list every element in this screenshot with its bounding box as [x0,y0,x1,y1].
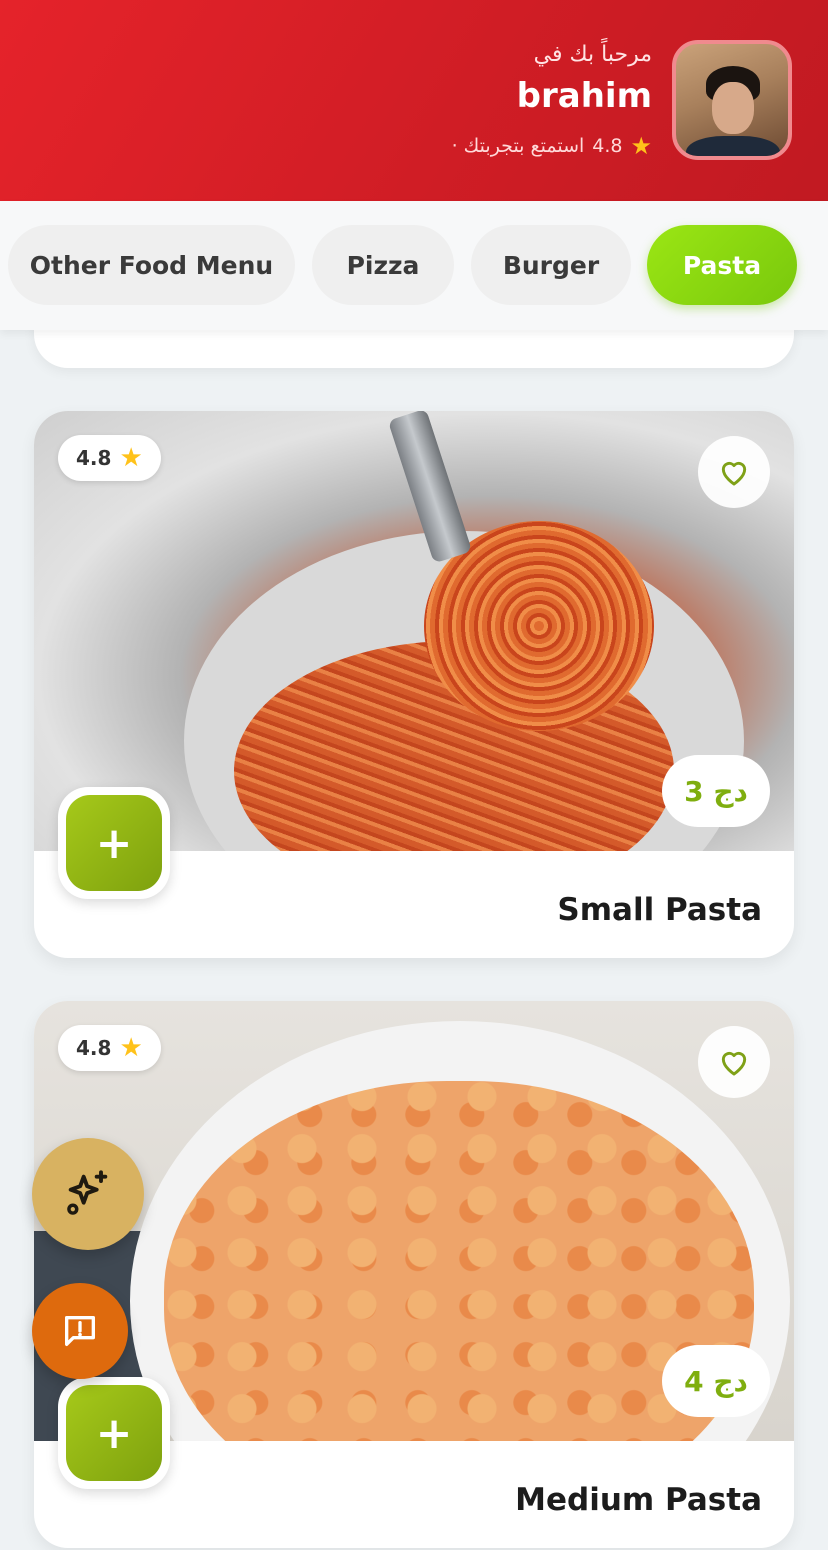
rating-chip: 4.8 ★ [58,435,161,481]
star-icon: ★ [119,1033,143,1063]
product-title: Small Pasta [557,892,762,928]
header-rating-value: 4.8 [592,135,623,157]
ai-assistant-button[interactable] [32,1138,144,1250]
heart-icon [721,1051,747,1076]
app-header: مرحباً بك في brahim · استمتع بتجربتك 4.8… [0,0,828,201]
avatar-face [712,82,754,134]
price-badge: 4 دج [662,1345,770,1417]
header-rating: · استمتع بتجربتك 4.8 ★ [452,132,652,160]
heart-icon [721,461,747,486]
add-to-cart-button[interactable]: + [58,787,170,899]
favorite-button[interactable] [698,436,770,508]
tab-other-food-menu[interactable]: Other Food Menu [8,225,295,305]
tab-pasta[interactable]: Pasta [647,225,797,305]
header-rating-text: · استمتع بتجربتك [451,135,585,157]
add-to-cart-button[interactable]: + [58,1377,170,1489]
username: brahim [516,76,652,116]
favorite-button[interactable] [698,1026,770,1098]
category-bar: Other Food Menu Pizza Burger Pasta [0,201,828,330]
product-title: Medium Pasta [515,1482,762,1518]
feedback-button[interactable] [32,1283,128,1379]
tab-pizza[interactable]: Pizza [312,225,454,305]
price-badge: 3 دج [662,755,770,827]
rating-value: 4.8 [76,1036,112,1060]
message-alert-icon [65,1316,96,1346]
plus-icon: + [66,1385,162,1481]
rating-chip: 4.8 ★ [58,1025,161,1071]
rating-value: 4.8 [76,446,112,470]
star-icon: ★ [630,132,652,160]
avatar-shirt [686,136,780,156]
star-icon: ★ [119,443,143,473]
tab-burger[interactable]: Burger [471,225,631,305]
avatar[interactable] [672,40,792,160]
greeting-text: مرحباً بك في [533,42,652,67]
plus-icon: + [66,795,162,891]
sparkles-icon [67,1170,108,1215]
